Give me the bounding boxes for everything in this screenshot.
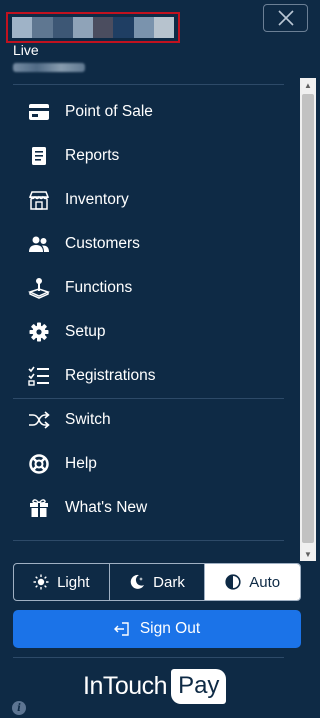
header-divider xyxy=(13,84,284,85)
credit-card-icon xyxy=(28,101,50,123)
logo-brand-text: InTouch xyxy=(83,671,168,700)
report-document-icon xyxy=(28,145,50,167)
redacted-account-name xyxy=(6,12,180,43)
theme-option-label: Light xyxy=(57,573,90,591)
nav-item-registrations[interactable]: Registrations xyxy=(0,354,300,398)
nav-item-switch[interactable]: Switch xyxy=(0,398,300,442)
theme-option-auto[interactable]: Auto xyxy=(205,564,300,600)
contrast-icon xyxy=(225,574,241,590)
footer-divider xyxy=(13,657,284,658)
close-icon xyxy=(277,10,294,26)
theme-option-dark[interactable]: Dark xyxy=(110,564,206,600)
theme-option-label: Auto xyxy=(249,573,281,591)
nav-item-label: Customers xyxy=(65,235,140,252)
nav-item-label: Help xyxy=(65,455,97,472)
nav-item-label: Point of Sale xyxy=(65,103,153,120)
gear-icon xyxy=(28,321,50,343)
info-icon[interactable]: i xyxy=(12,701,26,715)
theme-selector: Light Dark Auto xyxy=(13,563,301,601)
scroll-up-arrow-icon[interactable]: ▲ xyxy=(300,78,316,92)
checklist-icon xyxy=(28,365,50,387)
nav-item-reports[interactable]: Reports xyxy=(0,134,300,178)
sun-icon xyxy=(33,574,49,590)
nav-item-inventory[interactable]: Inventory xyxy=(0,178,300,222)
sign-out-label: Sign Out xyxy=(139,620,201,637)
sign-out-button[interactable]: Sign Out xyxy=(13,610,301,648)
nav-item-label: What's New xyxy=(65,499,148,516)
nav-item-setup[interactable]: Setup xyxy=(0,310,300,354)
redacted-account-email xyxy=(13,63,85,72)
logo-pay-badge: Pay xyxy=(171,668,227,704)
nav-item-label: Switch xyxy=(65,411,111,428)
scrollbar-thumb[interactable] xyxy=(302,94,314,543)
nav-item-label: Reports xyxy=(65,147,120,164)
nav-item-label: Inventory xyxy=(65,191,129,208)
theme-option-label: Dark xyxy=(153,573,185,591)
sign-out-icon xyxy=(113,622,129,636)
nav-item-point-of-sale[interactable]: Point of Sale xyxy=(0,90,300,134)
scroll-down-arrow-icon[interactable]: ▼ xyxy=(300,547,316,561)
nav-item-label: Functions xyxy=(65,279,133,296)
nav-item-functions[interactable]: Functions xyxy=(0,266,300,310)
users-icon xyxy=(28,233,50,255)
nav-item-help[interactable]: Help xyxy=(0,442,300,486)
nav-scrollbar[interactable]: ▲ ▼ xyxy=(300,78,316,561)
theme-option-light[interactable]: Light xyxy=(14,564,110,600)
lifebuoy-icon xyxy=(28,453,50,475)
nav-item-label: Setup xyxy=(65,323,106,340)
moon-icon xyxy=(130,574,145,589)
shuffle-icon xyxy=(28,409,50,431)
nav-item-label: Registrations xyxy=(65,367,156,384)
store-icon xyxy=(28,189,50,211)
joystick-icon xyxy=(28,277,50,299)
nav-item-whats-new[interactable]: What's New xyxy=(0,486,300,530)
gift-icon xyxy=(28,497,50,519)
account-header: Live xyxy=(0,0,316,84)
nav-item-customers[interactable]: Customers xyxy=(0,222,300,266)
nav-bottom-divider xyxy=(13,540,284,541)
close-button[interactable] xyxy=(263,4,308,32)
intouchpay-logo: InTouch Pay xyxy=(83,666,227,706)
account-status: Live xyxy=(13,42,39,58)
